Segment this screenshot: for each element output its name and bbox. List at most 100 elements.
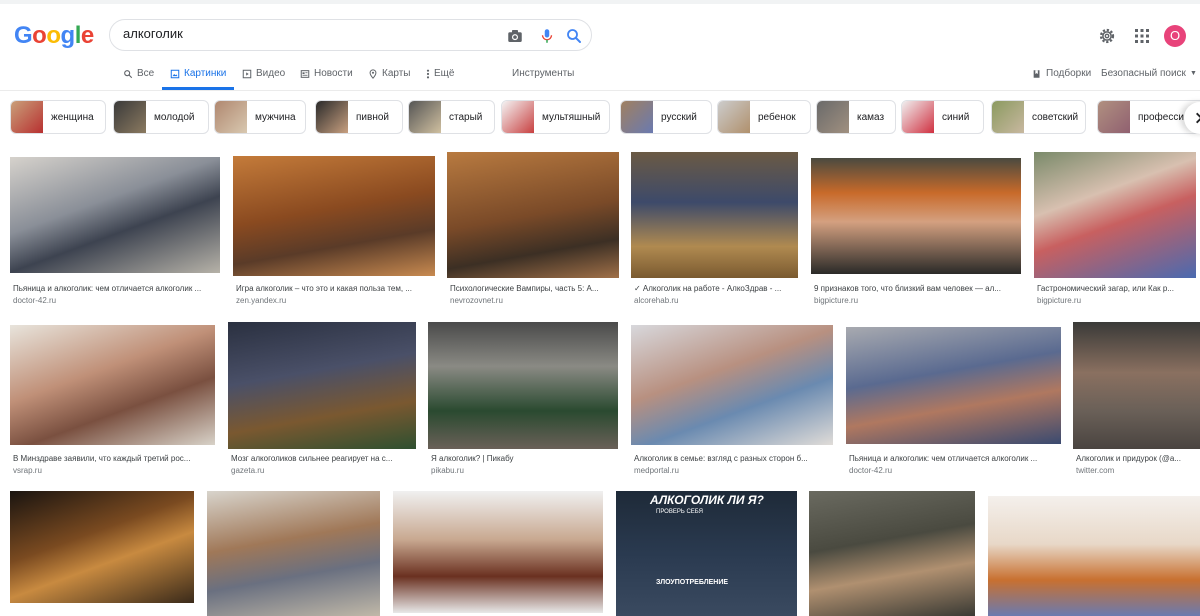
- tools-label: Инструменты: [512, 68, 575, 79]
- chip-label: женщина: [51, 111, 94, 123]
- result-caption[interactable]: Игра алкоголик – что это и какая польза …: [236, 284, 434, 293]
- chip-label: мужчина: [255, 111, 296, 123]
- result-source[interactable]: medportal.ru: [634, 466, 679, 475]
- tab-label: Карты: [382, 68, 411, 79]
- result-source[interactable]: twitter.com: [1076, 466, 1114, 475]
- chip-0[interactable]: женщина: [10, 100, 106, 134]
- result-thumbnail[interactable]: [393, 491, 603, 613]
- search-input[interactable]: [123, 26, 483, 41]
- avatar[interactable]: О: [1164, 25, 1186, 47]
- result-thumbnail[interactable]: [631, 152, 798, 278]
- result-source[interactable]: doctor-42.ru: [13, 296, 56, 305]
- result-thumbnail[interactable]: [228, 322, 416, 449]
- tab-news[interactable]: Новости: [300, 68, 353, 79]
- result-caption[interactable]: Психологические Вампиры, часть 5: А...: [450, 284, 618, 293]
- result-thumbnail[interactable]: [233, 156, 435, 276]
- result-source[interactable]: gazeta.ru: [231, 466, 264, 475]
- result-thumbnail[interactable]: [10, 325, 215, 445]
- tab-all[interactable]: Все: [123, 68, 154, 79]
- infographic-title: АЛКОГОЛИК ЛИ Я?: [650, 493, 764, 507]
- chip-label: советский: [1032, 111, 1079, 123]
- chip-5[interactable]: мультяшный: [501, 100, 610, 134]
- google-logo[interactable]: Google: [14, 22, 94, 50]
- chip-7[interactable]: ребенок: [717, 100, 811, 134]
- tab-label: Ещё: [434, 68, 455, 79]
- result-caption[interactable]: Я алкоголик? | Пикабу: [431, 454, 617, 463]
- logo-letter: o: [46, 22, 61, 49]
- chip-thumbnail: [992, 101, 1024, 133]
- tab-label: Картинки: [184, 68, 227, 79]
- result-thumbnail[interactable]: [809, 491, 975, 616]
- result-caption[interactable]: 9 признаков того, что близкий вам челове…: [814, 284, 1020, 293]
- logo-letter: o: [32, 22, 47, 49]
- tools-button[interactable]: Инструменты: [512, 68, 574, 79]
- result-thumbnail[interactable]: [631, 325, 833, 445]
- result-caption[interactable]: Мозг алкоголиков сильнее реагирует на с.…: [231, 454, 415, 463]
- caret-down-icon: ▼: [1189, 70, 1197, 77]
- chip-2[interactable]: мужчина: [214, 100, 306, 134]
- chip-label: старый: [449, 111, 483, 123]
- tab-label: Видео: [256, 68, 286, 79]
- result-source[interactable]: doctor-42.ru: [849, 466, 892, 475]
- result-caption[interactable]: Алкоголик в семье: взгляд с разных сторо…: [634, 454, 832, 463]
- chip-thumbnail: [718, 101, 750, 133]
- result-caption[interactable]: В Минздраве заявили, что каждый третий р…: [13, 454, 214, 463]
- infographic-subtitle: ПРОВЕРЬ СЕБЯ: [656, 509, 703, 515]
- collections-link[interactable]: Подборки: [1032, 68, 1091, 79]
- mic-icon[interactable]: [538, 27, 556, 45]
- result-caption[interactable]: Гастрономический загар, или Как р...: [1037, 284, 1195, 293]
- more-icon: [426, 69, 430, 78]
- result-thumbnail[interactable]: [207, 491, 380, 616]
- result-thumbnail[interactable]: [10, 491, 194, 603]
- chevron-right-icon: [1196, 112, 1200, 124]
- safe-search-label: Безопасный поиск: [1101, 68, 1186, 79]
- gear-icon[interactable]: [1098, 27, 1116, 45]
- chip-3[interactable]: пивной: [315, 100, 403, 134]
- result-caption[interactable]: ✓ Алкоголик на работе - АлкоЗдрав - ...: [634, 284, 797, 293]
- chip-1[interactable]: молодой: [113, 100, 209, 134]
- tab-video[interactable]: Видео: [242, 68, 285, 79]
- search-box[interactable]: [109, 19, 592, 51]
- chip-thumbnail: [316, 101, 348, 133]
- chip-9[interactable]: синий: [901, 100, 984, 134]
- result-thumbnail[interactable]: [1034, 152, 1196, 278]
- result-thumbnail[interactable]: [428, 322, 618, 449]
- result-source[interactable]: bigpicture.ru: [814, 296, 858, 305]
- result-source[interactable]: bigpicture.ru: [1037, 296, 1081, 305]
- chip-label: русский: [661, 111, 697, 123]
- chip-label: ребенок: [758, 111, 796, 123]
- result-thumbnail[interactable]: АЛКОГОЛИК ЛИ Я? ПРОВЕРЬ СЕБЯ ЗЛОУПОТРЕБЛЕН…: [616, 491, 797, 616]
- camera-icon[interactable]: [506, 27, 524, 45]
- bookmark-icon: [1033, 69, 1040, 78]
- result-source[interactable]: vsrap.ru: [13, 466, 42, 475]
- play-icon: [242, 69, 252, 78]
- tab-maps[interactable]: Карты: [368, 68, 411, 79]
- search-icon[interactable]: [565, 27, 583, 45]
- chip-8[interactable]: камаз: [816, 100, 896, 134]
- chip-4[interactable]: старый: [408, 100, 495, 134]
- safe-search-dropdown[interactable]: Безопасный поиск ▼: [1101, 68, 1197, 79]
- result-source[interactable]: zen.yandex.ru: [236, 296, 286, 305]
- result-thumbnail[interactable]: [846, 327, 1061, 444]
- tab-images[interactable]: Картинки: [170, 68, 226, 79]
- result-thumbnail[interactable]: [1073, 322, 1200, 449]
- result-source[interactable]: pikabu.ru: [431, 466, 464, 475]
- chip-10[interactable]: советский: [991, 100, 1086, 134]
- logo-letter: e: [80, 22, 94, 49]
- result-caption[interactable]: Пьяница и алкоголик: чем отличается алко…: [849, 454, 1060, 463]
- result-caption[interactable]: Пьяница и алкоголик: чем отличается алко…: [13, 284, 219, 293]
- result-thumbnail[interactable]: [447, 152, 619, 278]
- tab-label: Новости: [314, 68, 353, 79]
- result-source[interactable]: nevrozovnet.ru: [450, 296, 503, 305]
- tab-more[interactable]: Ещё: [426, 68, 454, 79]
- result-caption[interactable]: Алкоголик и придурок (@а...: [1076, 454, 1199, 463]
- apps-grid-icon[interactable]: [1134, 28, 1150, 44]
- chip-label: мультяшный: [542, 111, 601, 123]
- result-thumbnail[interactable]: [988, 496, 1200, 616]
- chip-6[interactable]: русский: [620, 100, 712, 134]
- result-thumbnail[interactable]: [10, 157, 220, 273]
- result-thumbnail[interactable]: [811, 158, 1021, 274]
- result-source[interactable]: alcorehab.ru: [634, 296, 678, 305]
- chip-label: пивной: [356, 111, 389, 123]
- logo-letter: g: [60, 22, 76, 49]
